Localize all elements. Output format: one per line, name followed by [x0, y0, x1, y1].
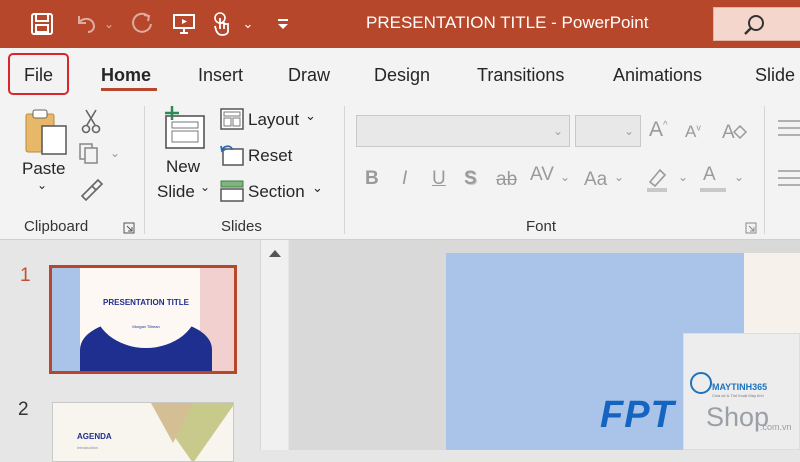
slide-number: 1 — [20, 265, 31, 286]
cut-icon[interactable] — [80, 108, 102, 139]
slide-thumbnail-2[interactable]: AGENDA Introduction — [52, 402, 234, 462]
font-color-button[interactable]: A — [703, 164, 716, 186]
fpt-logo-text: FPT — [600, 394, 675, 436]
shop-domain-text: .com.vn — [760, 422, 792, 432]
change-case-button[interactable]: Aa — [584, 169, 607, 191]
highlight-dropdown-icon[interactable]: ⌄ — [678, 170, 688, 184]
decrease-font-size-glyph: A — [685, 122, 697, 141]
scroll-up-icon[interactable] — [268, 248, 282, 258]
svg-text:A: A — [722, 122, 735, 143]
start-from-beginning-icon[interactable] — [170, 8, 198, 40]
highlight-icon[interactable] — [644, 166, 670, 199]
slide-1-title: PRESENTATION TITLE — [103, 298, 189, 307]
title-bar: ⌄ ⌄ PRESENTATION TITLE - PowerPoint — [0, 0, 800, 48]
text-shadow-button[interactable]: S — [464, 168, 477, 190]
paste-dropdown-icon[interactable]: ⌄ — [37, 178, 47, 192]
slide-1-subtitle: Morgan Tillman — [132, 324, 160, 329]
layout-dropdown-icon[interactable]: ⌄ — [305, 108, 316, 124]
font-group-label: Font — [526, 218, 557, 235]
clipboard-launcher-icon[interactable] — [123, 221, 135, 239]
increase-font-size-glyph: A — [649, 118, 664, 141]
change-case-dropdown-icon[interactable]: ⌄ — [614, 170, 624, 184]
tab-home[interactable]: Home — [101, 65, 151, 86]
font-name-combo[interactable]: ⌄ — [356, 115, 570, 147]
touch-mode-icon[interactable] — [208, 8, 236, 40]
font-color-glyph: A — [703, 164, 716, 185]
slides-group-label: Slides — [221, 218, 262, 235]
ribbon: Paste ⌄ ⌄ Clipboard New Slide ⌄ Layout ⌄… — [0, 100, 800, 240]
font-size-combo[interactable]: ⌄ — [575, 115, 641, 147]
new-slide-label-line1[interactable]: New — [166, 157, 200, 177]
file-tab-highlight — [8, 53, 69, 95]
section-icon[interactable] — [220, 180, 244, 207]
chevron-down-icon: ⌄ — [552, 124, 563, 138]
paste-icon[interactable] — [24, 108, 70, 161]
slides-panel-scrollbar[interactable] — [260, 240, 288, 450]
maytinh365-logo-icon — [690, 372, 712, 394]
search-icon — [744, 15, 764, 35]
character-spacing-dropdown-icon[interactable]: ⌄ — [560, 170, 570, 184]
tab-design[interactable]: Design — [374, 65, 430, 86]
redo-icon[interactable] — [128, 8, 156, 40]
ribbon-tabs: File Home Insert Draw Design Transitions… — [0, 48, 800, 100]
slide-2-title: AGENDA — [77, 432, 112, 441]
layout-icon[interactable] — [220, 108, 244, 135]
document-title: PRESENTATION TITLE - PowerPoint — [366, 13, 649, 32]
clipboard-group-label: Clipboard — [24, 218, 89, 235]
clear-formatting-icon[interactable]: A — [720, 118, 748, 149]
slide-1-artwork — [52, 268, 234, 371]
underline-button[interactable]: U — [432, 168, 446, 190]
chevron-down-icon: ⌄ — [623, 124, 634, 138]
new-slide-dropdown-icon[interactable]: ⌄ — [200, 180, 210, 194]
save-icon[interactable] — [28, 8, 56, 40]
italic-button[interactable]: I — [402, 168, 407, 190]
slide-thumbnail-1[interactable]: PRESENTATION TITLE Morgan Tillman — [49, 265, 237, 374]
undo-dropdown-icon[interactable]: ⌄ — [100, 8, 118, 40]
search-box[interactable] — [713, 7, 800, 41]
tab-draw[interactable]: Draw — [288, 65, 330, 86]
tab-slide-show[interactable]: Slide — [755, 65, 795, 86]
decrease-font-size-button[interactable]: Av — [685, 122, 701, 142]
tab-animations[interactable]: Animations — [613, 65, 702, 86]
layout-label[interactable]: Layout — [248, 110, 299, 130]
active-tab-indicator — [101, 88, 157, 91]
section-dropdown-icon[interactable]: ⌄ — [312, 180, 323, 196]
new-slide-label-line2[interactable]: Slide — [157, 182, 195, 202]
group-separator — [144, 106, 145, 234]
bullets-icon[interactable] — [776, 118, 800, 143]
paste-label[interactable]: Paste — [22, 159, 65, 179]
font-launcher-icon[interactable] — [745, 221, 757, 239]
copy-icon[interactable] — [78, 142, 106, 171]
tab-transitions[interactable]: Transitions — [477, 65, 564, 86]
increase-font-size-button[interactable]: A^ — [649, 118, 668, 142]
character-spacing-button[interactable]: AV — [530, 164, 554, 186]
undo-icon[interactable] — [72, 8, 100, 40]
new-slide-icon[interactable] — [160, 104, 208, 157]
group-separator — [764, 106, 765, 234]
reset-icon[interactable] — [220, 144, 244, 171]
bold-button[interactable]: B — [365, 168, 379, 190]
reset-label[interactable]: Reset — [248, 146, 292, 166]
maytinh365-tagline: Chia sẻ & Thủ thuật Máy tính — [712, 393, 764, 398]
slide-number: 2 — [18, 399, 29, 420]
font-color-dropdown-icon[interactable]: ⌄ — [734, 170, 744, 184]
font-color-swatch — [700, 188, 726, 192]
maytinh365-text: MAYTINH365 — [712, 382, 768, 392]
group-separator — [344, 106, 345, 234]
customize-qat-icon[interactable] — [272, 8, 294, 40]
touch-mode-dropdown-icon[interactable]: ⌄ — [240, 8, 256, 40]
copy-dropdown-icon[interactable]: ⌄ — [110, 146, 120, 160]
slide-2-subtitle: Introduction — [77, 445, 98, 450]
align-left-icon[interactable] — [776, 168, 800, 193]
tab-insert[interactable]: Insert — [198, 65, 243, 86]
section-label[interactable]: Section — [248, 182, 305, 202]
strikethrough-button[interactable]: ab — [496, 169, 517, 191]
format-painter-icon[interactable] — [78, 176, 104, 207]
